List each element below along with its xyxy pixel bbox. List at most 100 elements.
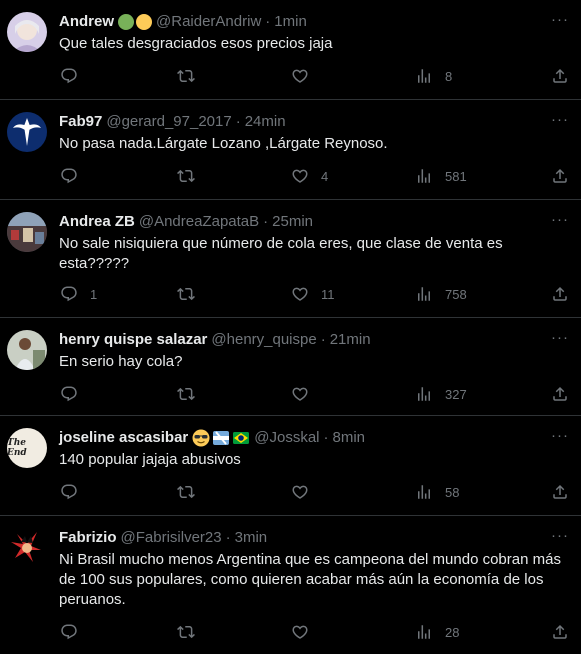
views-button[interactable]: 8 [415,66,452,86]
like-icon [291,483,309,501]
more-icon[interactable]: ··· [551,212,569,228]
timestamp[interactable]: 1min [274,12,307,32]
like-button[interactable] [291,622,321,642]
retweet-button[interactable] [177,166,195,186]
name-badges [118,14,153,30]
view-count: 28 [445,624,460,640]
user-handle[interactable]: @RaiderAndriw [156,12,261,32]
reply-icon [60,483,78,501]
avatar[interactable] [7,12,47,52]
user-handle[interactable]: @Fabrisilver23 [121,528,222,548]
reply-4[interactable]: henry quispe salazar @henry_quispe · 21m… [0,318,581,416]
reply-6[interactable]: Fabrizio @Fabrisilver23 · 3min ··· Ni Br… [0,516,581,654]
like-button[interactable]: 4 [291,166,328,186]
like-icon [291,623,309,641]
action-bar: 4 581 [0,166,581,186]
user-handle[interactable]: @gerard_97_2017 [106,112,231,132]
reply-button[interactable]: 1 [60,284,97,304]
timestamp[interactable]: 25min [272,212,313,232]
reply-header: Fab97 @gerard_97_2017 · 24min [59,112,541,132]
user-name[interactable]: Andrea ZB [59,212,135,232]
views-icon [415,623,433,641]
reply-button[interactable] [60,384,90,404]
avatar[interactable] [7,212,47,252]
retweet-icon [177,483,195,501]
views-button[interactable]: 28 [415,622,459,642]
like-button[interactable]: 11 [291,284,335,304]
views-button[interactable]: 58 [415,482,459,502]
reply-button[interactable] [60,66,90,86]
avatar[interactable] [7,112,47,152]
user-handle[interactable]: @henry_quispe [211,330,316,350]
retweet-icon [177,385,195,403]
view-count: 758 [445,286,467,302]
more-icon[interactable]: ··· [551,12,569,28]
more-icon[interactable]: ··· [551,112,569,128]
retweet-button[interactable] [177,622,195,642]
retweet-button[interactable] [177,384,195,404]
views-button[interactable]: 327 [415,384,467,404]
share-button[interactable] [551,166,569,186]
reply-count: 1 [90,286,98,302]
reply-icon [60,385,78,403]
reply-header: Fabrizio @Fabrisilver23 · 3min [59,528,541,548]
like-button[interactable] [291,482,321,502]
share-button[interactable] [551,284,569,304]
user-name[interactable]: Fab97 [59,112,102,132]
view-count: 581 [445,168,467,184]
brazil-flag-emoji [233,432,250,444]
name-badges [192,429,250,447]
timestamp[interactable]: 8min [333,428,366,448]
reply-icon [60,285,78,303]
action-bar: 8 [0,66,581,86]
avatar[interactable] [7,330,47,370]
view-count: 8 [445,68,453,84]
user-handle[interactable]: @Josskal [254,428,319,448]
views-icon [415,483,433,501]
avatar[interactable]: The End [7,428,47,468]
more-icon[interactable]: ··· [551,330,569,346]
share-button[interactable] [551,66,569,86]
reply-button[interactable] [60,482,90,502]
views-button[interactable]: 581 [415,166,467,186]
reply-button[interactable] [60,622,90,642]
separator-dot: · [265,13,271,30]
share-button[interactable] [551,482,569,502]
retweet-button[interactable] [177,66,195,86]
like-icon [291,285,309,303]
avatar[interactable] [7,528,47,568]
user-name[interactable]: henry quispe salazar [59,330,207,350]
retweet-button[interactable] [177,482,195,502]
like-button[interactable] [291,384,321,404]
avatar-text: The End [7,438,27,458]
reply-1[interactable]: Andrew @RaiderAndriw · 1min ··· Que tale… [0,0,581,100]
reply-button[interactable] [60,166,90,186]
share-icon [551,167,569,185]
share-button[interactable] [551,384,569,404]
timestamp[interactable]: 24min [245,112,286,132]
reply-2[interactable]: Fab97 @gerard_97_2017 · 24min ··· No pas… [0,100,581,200]
share-button[interactable] [551,622,569,642]
reply-3[interactable]: Andrea ZB @AndreaZapataB · 25min ··· No … [0,200,581,318]
separator-dot: · [320,331,326,348]
user-name[interactable]: Fabrizio [59,528,117,548]
timestamp[interactable]: 3min [235,528,268,548]
user-name[interactable]: Andrew [59,12,114,32]
separator-dot: · [263,213,269,230]
user-name[interactable]: joseline ascasibar [59,428,188,448]
retweet-button[interactable] [177,284,195,304]
more-icon[interactable]: ··· [551,428,569,444]
user-handle[interactable]: @AndreaZapataB [139,212,259,232]
more-icon[interactable]: ··· [551,528,569,544]
views-button[interactable]: 758 [415,284,467,304]
reply-header: Andrew @RaiderAndriw · 1min [59,12,541,32]
separator-dot: · [235,113,241,130]
like-button[interactable] [291,66,321,86]
timestamp[interactable]: 21min [330,330,371,350]
share-icon [551,385,569,403]
green-circle-emoji [118,14,135,30]
reply-5[interactable]: The End joseline ascasibar @Josskal · 8m… [0,416,581,516]
argentina-flag-emoji [213,431,230,445]
view-count: 58 [445,484,460,500]
reply-text: No sale nisiquiera que número de cola er… [59,235,503,272]
